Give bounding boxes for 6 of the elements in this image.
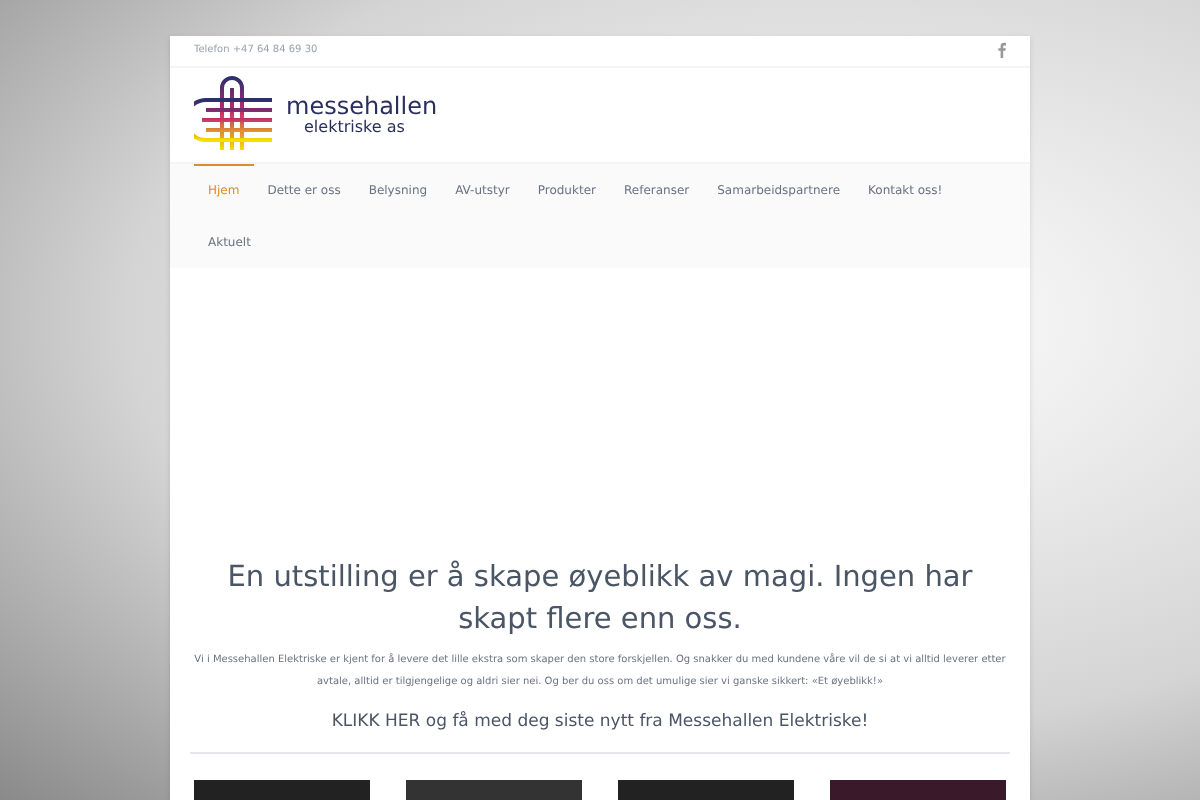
logo-icon <box>194 76 274 153</box>
news-link[interactable]: KLIKK HER og få med deg siste nytt fra Messehallen Elektriske! <box>331 710 869 737</box>
logo-tagline: elektriske as <box>302 117 407 136</box>
heading: En utstilling er å skape øyeblikk av magi. Ingen har skapt flere enn oss. <box>225 558 975 641</box>
facebook-icon[interactable] <box>998 42 1006 59</box>
logo-name: messehallen <box>286 93 438 118</box>
